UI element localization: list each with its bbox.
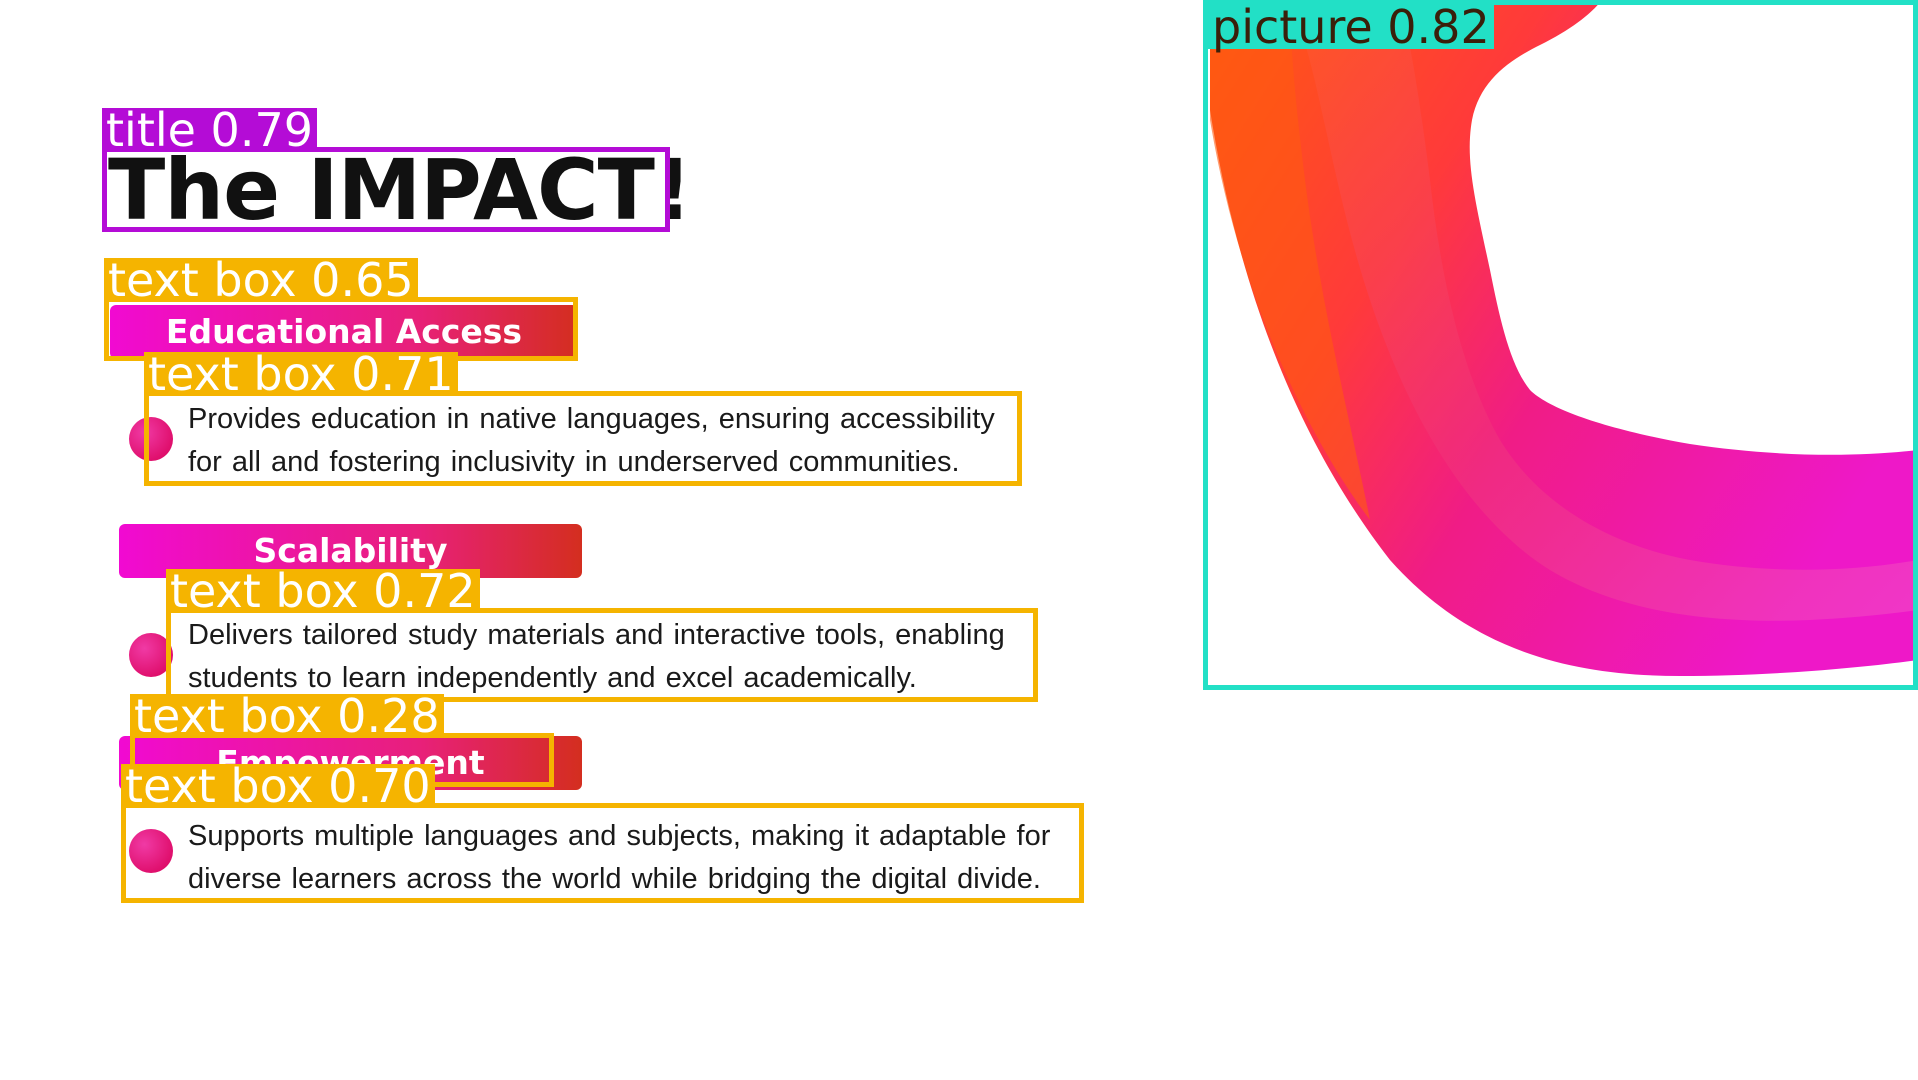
detection-label: text box 0.65 [104, 257, 418, 303]
empowerment-text-detection-box: text box 0.70 [121, 763, 1084, 903]
scalability-text-detection-box: text box 0.72 [166, 568, 1038, 702]
detection-label: text box 0.71 [144, 351, 458, 397]
detection-label: text box 0.28 [130, 693, 444, 739]
detection-label: picture 0.82 [1208, 4, 1494, 50]
detection-label: title 0.79 [102, 107, 317, 153]
title-detection-box: title 0.79 [102, 107, 670, 232]
detection-label: text box 0.70 [121, 763, 435, 809]
detection-label: text box 0.72 [166, 568, 480, 614]
picture-detection-box: picture 0.82 [1203, 0, 1918, 690]
educational-access-text-detection-box: text box 0.71 [144, 351, 1022, 486]
